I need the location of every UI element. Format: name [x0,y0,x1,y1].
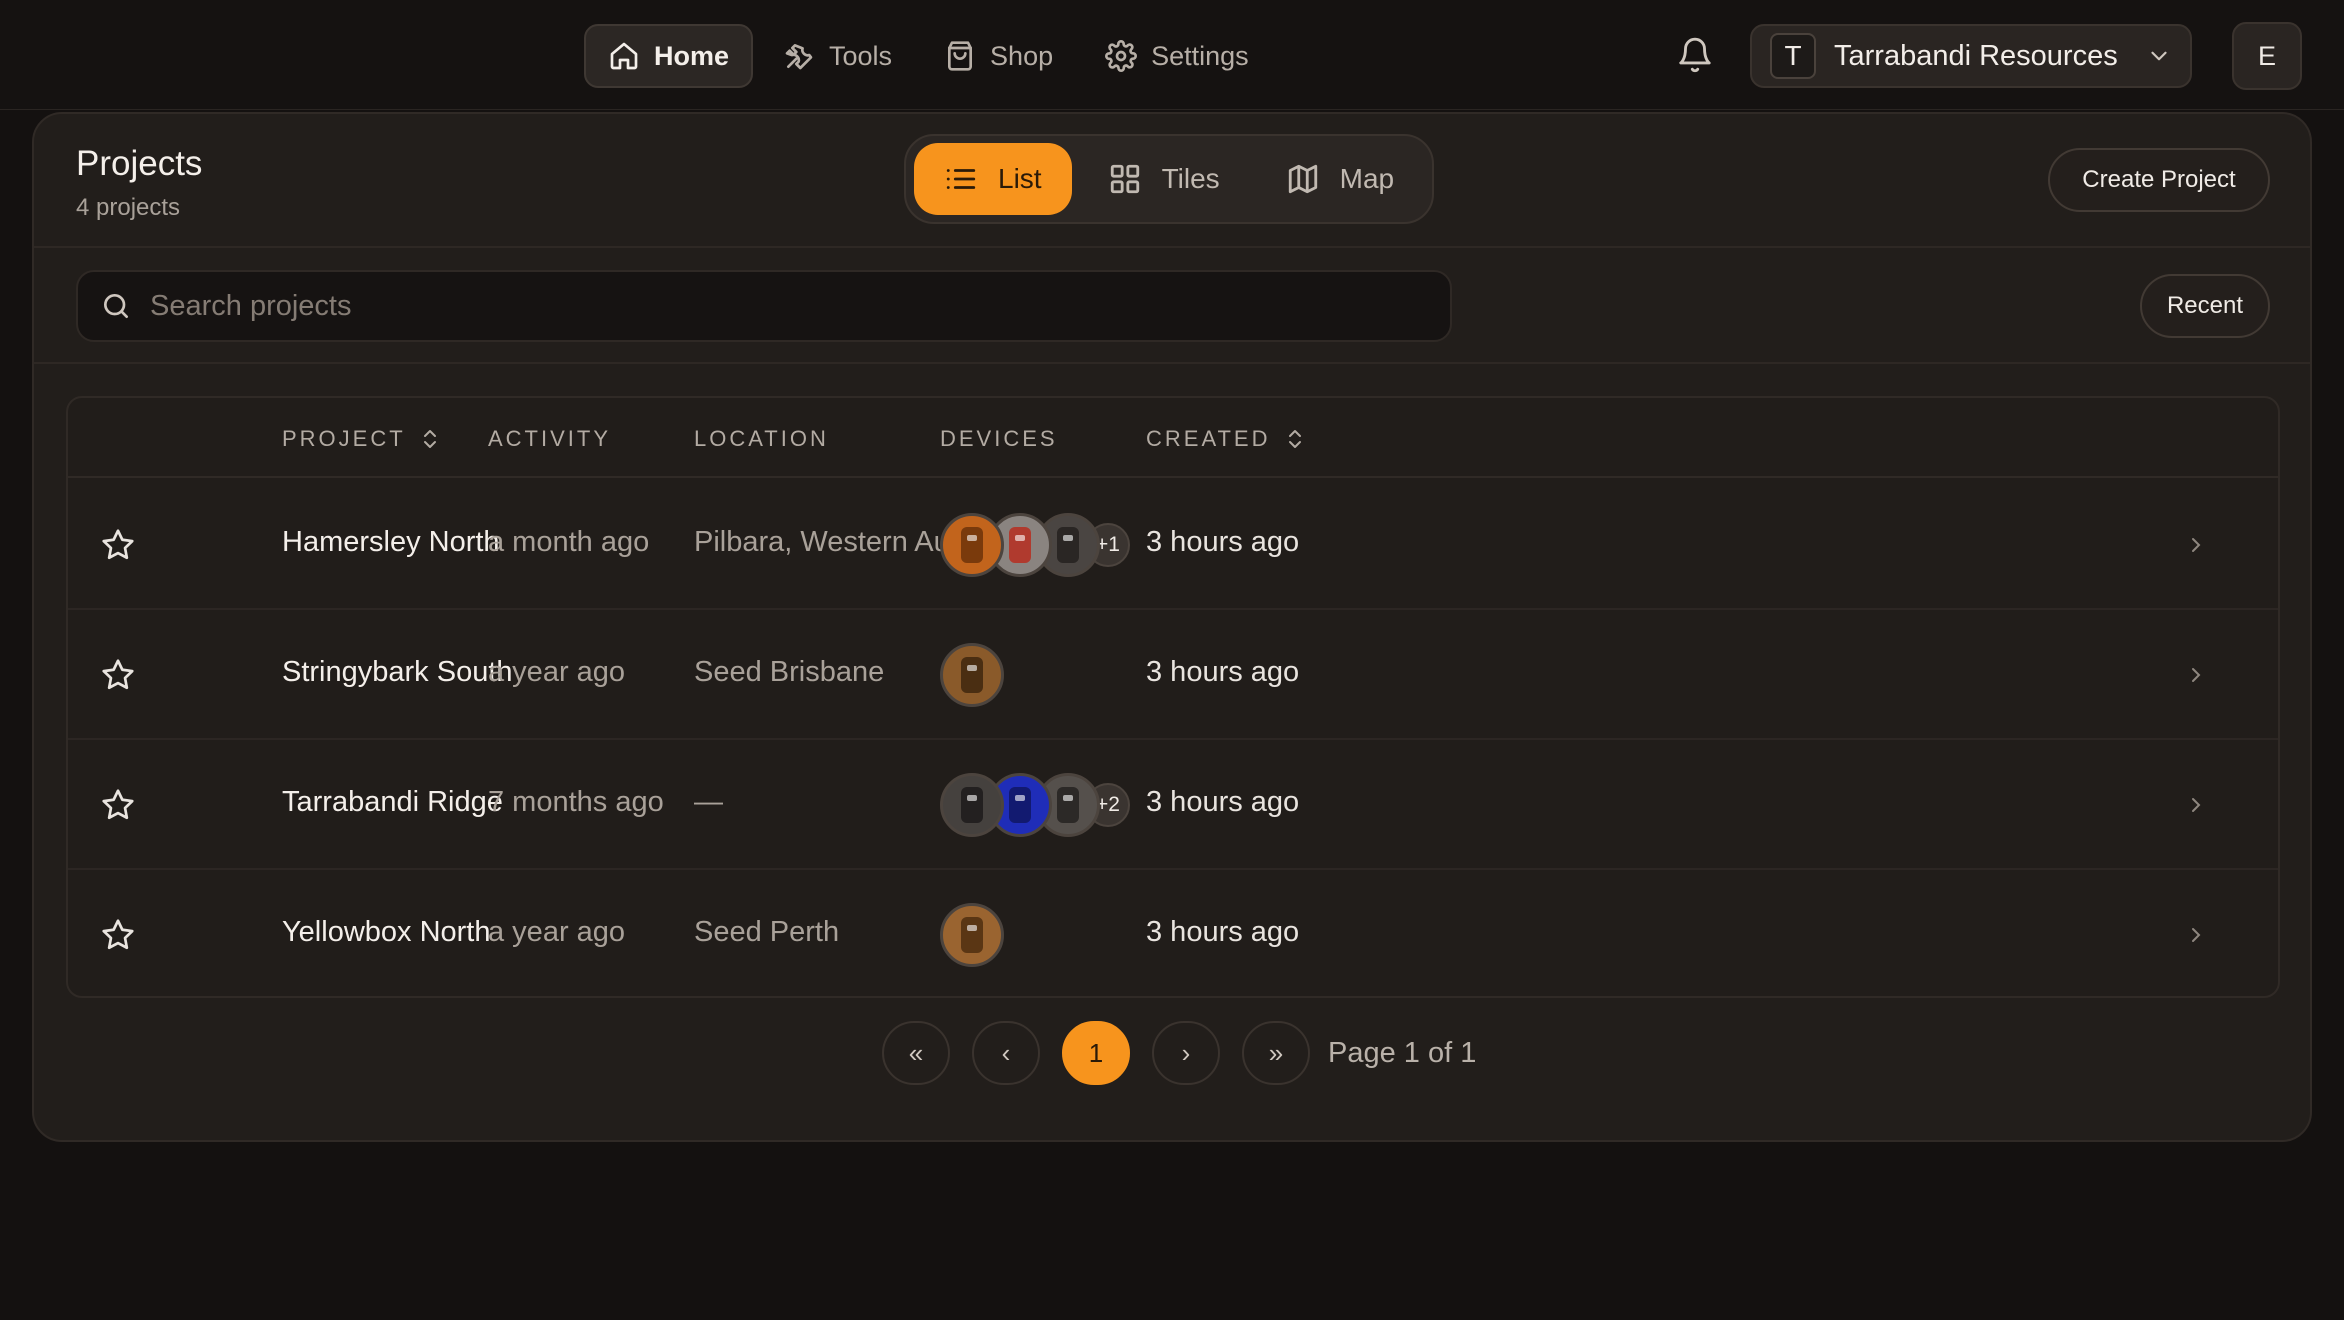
main-nav: Home Tools Shop Settings [584,24,1271,88]
pagination: « ‹ 1 › » Page 1 of 1 [882,1020,1476,1086]
toolbar-divider [34,362,2310,364]
project-count: 4 projects [76,194,181,221]
nav-home-label: Home [654,40,730,71]
project-created: 3 hours ago [1146,656,1300,688]
top-bar: Home Tools Shop Settings T Tarrabandi Re… [0,0,2344,110]
recent-sort-button[interactable]: Recent [2140,274,2270,338]
page-title: Projects [76,144,203,183]
column-devices-label: DEVICES [940,426,1058,451]
column-created[interactable]: CREATED [1146,426,1305,452]
column-project-label: PROJECT [282,426,406,451]
view-map-button[interactable]: Map [1256,143,1424,215]
gear-icon [1105,40,1138,72]
star-icon[interactable] [100,527,136,563]
table-row[interactable]: Hamersley North a month ago Pilbara, Wes… [68,480,2278,610]
chevron-right-icon[interactable] [2184,793,2208,817]
device-avatars: +1 [940,513,1130,577]
bell-icon[interactable] [1676,36,1714,74]
header-divider [34,246,2310,248]
view-switcher: List Tiles Map [904,134,1434,224]
device-avatar [940,643,1004,707]
org-avatar: T [1770,33,1816,79]
project-created: 3 hours ago [1146,786,1300,818]
nav-settings-label: Settings [1151,40,1249,71]
next-page-button[interactable]: › [1152,1021,1220,1085]
column-project[interactable]: PROJECT [282,426,440,452]
device-avatar [940,773,1004,837]
sort-icon [423,430,436,448]
create-project-button[interactable]: Create Project [2048,148,2270,212]
table-header: PROJECT ACTIVITY LOCATION DEVICES CREATE… [68,398,2278,478]
project-created: 3 hours ago [1146,916,1300,948]
page-indicator: Page 1 of 1 [1328,1036,1477,1069]
table-row[interactable]: Tarrabandi Ridge 7 months ago — +2 3 hou… [68,740,2278,870]
search-bar [76,270,1452,342]
wrench-icon [785,44,813,70]
column-devices: DEVICES [940,426,1058,452]
nav-tools[interactable]: Tools [761,24,914,88]
project-name[interactable]: Tarrabandi Ridge [282,786,503,819]
project-name[interactable]: Hamersley North [282,526,500,559]
project-name[interactable]: Stringybark South [282,656,513,689]
first-page-button[interactable]: « [882,1021,950,1085]
map-icon [1288,164,1317,194]
column-location: LOCATION [694,426,829,452]
device-avatars: +2 [940,773,1130,837]
column-activity-label: ACTIVITY [488,426,612,451]
chevron-down-icon [2151,51,2167,61]
project-name[interactable]: Yellowbox North [282,916,491,949]
project-location: Seed Perth [694,916,840,948]
prev-page-button[interactable]: ‹ [972,1021,1040,1085]
organization-switcher[interactable]: T Tarrabandi Resources [1750,24,2192,88]
page-1-button[interactable]: 1 [1062,1021,1130,1085]
device-avatars [940,643,1004,707]
star-icon[interactable] [100,917,136,953]
search-icon [104,294,128,318]
list-icon [946,169,976,189]
device-avatars [940,903,1004,967]
chevron-right-icon[interactable] [2184,923,2208,947]
grid-icon [1110,164,1139,194]
search-input[interactable] [150,289,1428,323]
last-page-button[interactable]: » [1242,1021,1310,1085]
device-avatar [940,513,1004,577]
project-activity: a year ago [488,656,626,688]
view-list-button[interactable]: List [914,143,1072,215]
nav-shop-label: Shop [990,40,1054,71]
table-row[interactable]: Stringybark South a year ago Seed Brisba… [68,610,2278,740]
nav-shop[interactable]: Shop [922,24,1075,88]
column-location-label: LOCATION [694,426,829,451]
project-activity: a year ago [488,916,626,948]
view-tiles-label: Tiles [1161,163,1220,194]
nav-settings[interactable]: Settings [1083,24,1271,88]
column-activity: ACTIVITY [488,426,611,452]
view-list-label: List [998,163,1042,194]
nav-home[interactable]: Home [584,24,754,88]
sort-icon [1288,430,1301,448]
project-activity: a month ago [488,526,650,558]
project-location: Seed Brisbane [694,656,885,688]
user-avatar-button[interactable]: E [2232,22,2302,90]
device-avatar [940,903,1004,967]
chevron-right-icon[interactable] [2184,663,2208,687]
star-icon[interactable] [100,657,136,693]
shopping-bag-icon [948,41,973,71]
view-map-label: Map [1339,163,1395,194]
projects-table: PROJECT ACTIVITY LOCATION DEVICES CREATE… [66,396,2280,998]
project-created: 3 hours ago [1146,526,1300,558]
org-name: Tarrabandi Resources [1834,39,2118,72]
chevron-right-icon[interactable] [2184,533,2208,557]
column-created-label: CREATED [1146,426,1271,451]
home-icon [610,42,638,70]
project-activity: 7 months ago [488,786,664,818]
projects-card: Projects 4 projects List Tiles Map Creat… [32,112,2312,1142]
view-tiles-button[interactable]: Tiles [1078,143,1250,215]
project-location: — [694,786,723,818]
nav-tools-label: Tools [829,40,893,71]
star-icon[interactable] [100,787,136,823]
table-row[interactable]: Yellowbox North a year ago Seed Perth 3 … [68,870,2278,996]
